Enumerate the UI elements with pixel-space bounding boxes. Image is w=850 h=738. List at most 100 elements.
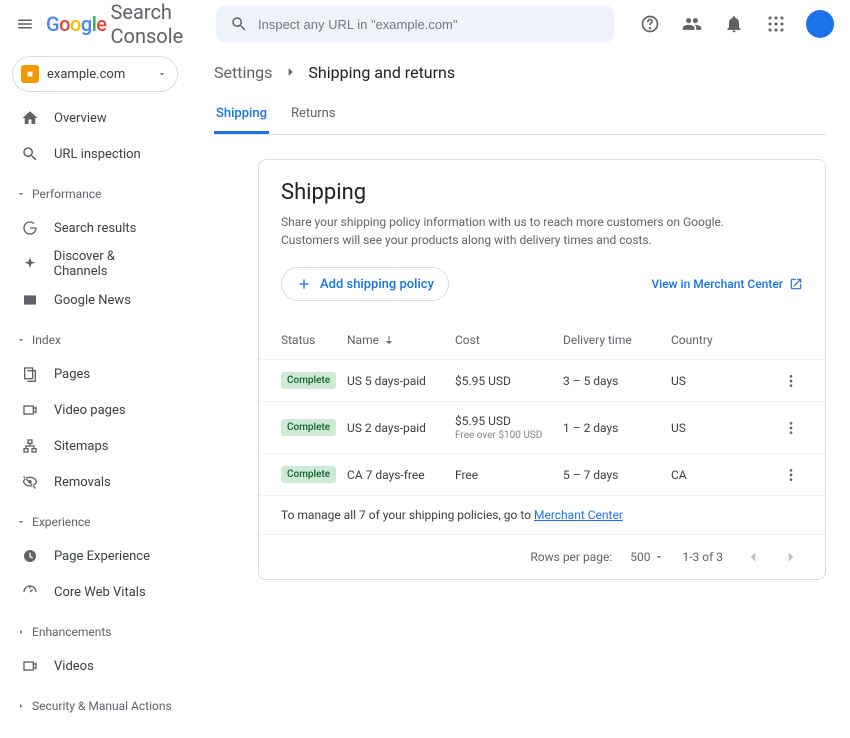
sidebar-item-core-web-vitals[interactable]: Core Web Vitals (8, 574, 182, 610)
table-header-row: Status Name Cost Delivery time Country (259, 321, 825, 359)
col-header-country[interactable]: Country (671, 333, 783, 347)
sidebar-item-search-results[interactable]: Search results (8, 210, 182, 246)
cell-name: US 5 days-paid (347, 374, 455, 388)
notifications-button[interactable] (722, 12, 746, 36)
row-menu-button[interactable] (783, 467, 803, 483)
table-row[interactable]: CompleteCA 7 days-freeFree5 – 7 daysCA (259, 453, 825, 495)
add-shipping-policy-button[interactable]: Add shipping policy (281, 267, 449, 301)
cell-country: US (671, 421, 783, 435)
row-menu-button[interactable] (783, 373, 803, 389)
bell-icon (724, 14, 744, 34)
top-right-actions (638, 10, 834, 38)
pagination: Rows per page: 500 1-3 of 3 (259, 534, 825, 579)
col-header-delivery[interactable]: Delivery time (563, 333, 671, 347)
sidebar-item-url-inspection[interactable]: URL inspection (8, 136, 182, 172)
rows-per-page-select[interactable]: 500 (630, 550, 664, 564)
people-button[interactable] (680, 12, 704, 36)
search-icon (21, 145, 39, 163)
sidebar-item-label: Overview (54, 111, 107, 126)
chevron-left-icon (744, 548, 762, 566)
chevron-right-icon (282, 64, 298, 80)
next-page-button[interactable] (779, 545, 803, 569)
sidebar-item-label: Core Web Vitals (54, 585, 146, 600)
sidebar-item-label: Page Experience (54, 549, 150, 564)
pagination-range: 1-3 of 3 (682, 550, 723, 564)
hamburger-icon (16, 15, 34, 33)
sidebar-section-security[interactable]: Security & Manual Actions (8, 690, 182, 722)
sidebar-item-pages[interactable]: Pages (8, 356, 182, 392)
search-input[interactable] (258, 17, 600, 32)
table-footer-note: To manage all 7 of your shipping policie… (259, 495, 825, 534)
table-row[interactable]: CompleteUS 2 days-paid$5.95 USDFree over… (259, 401, 825, 453)
chevron-down-icon (16, 335, 26, 345)
section-label: Enhancements (32, 625, 112, 639)
help-button[interactable] (638, 12, 662, 36)
sort-down-icon (383, 334, 395, 346)
section-label: Security & Manual Actions (32, 699, 172, 713)
cell-cost: $5.95 USDFree over $100 USD (455, 414, 563, 441)
merchant-center-link[interactable]: Merchant Center (534, 508, 623, 522)
sidebar-item-overview[interactable]: Overview (8, 100, 182, 136)
cell-country: US (671, 374, 783, 388)
breadcrumb: Settings Shipping and returns (214, 48, 826, 96)
prev-page-button[interactable] (741, 545, 765, 569)
view-merchant-center-link[interactable]: View in Merchant Center (651, 277, 803, 291)
sidebar-item-discover[interactable]: Discover & Channels (8, 246, 182, 282)
sidebar-item-removals[interactable]: Removals (8, 464, 182, 500)
tab-shipping[interactable]: Shipping (214, 96, 269, 134)
property-selector[interactable]: ■ example.com (12, 56, 178, 92)
sitemap-icon (22, 438, 38, 454)
video-icon (22, 658, 38, 674)
chevron-right-icon (16, 701, 26, 711)
col-header-status[interactable]: Status (281, 333, 347, 347)
chevron-right-icon (16, 627, 26, 637)
sidebar-item-videos[interactable]: Videos (8, 648, 182, 684)
sidebar-section-performance[interactable]: Performance (8, 178, 182, 210)
status-badge: Complete (281, 372, 336, 389)
sidebar-item-label: Videos (54, 659, 94, 674)
sidebar-item-google-news[interactable]: Google News (8, 282, 182, 318)
status-badge: Complete (281, 419, 336, 436)
sidebar-item-label: Pages (54, 367, 90, 382)
account-avatar[interactable] (806, 10, 834, 38)
left-sidebar: ■ example.com Overview URL inspection Pe… (0, 48, 190, 738)
sidebar-item-page-experience[interactable]: Page Experience (8, 538, 182, 574)
help-icon (640, 14, 660, 34)
sidebar-item-label: Removals (54, 475, 111, 490)
menu-button[interactable] (16, 12, 34, 36)
cell-cost: Free (455, 468, 563, 482)
tab-returns[interactable]: Returns (289, 96, 338, 134)
sidebar-section-index[interactable]: Index (8, 324, 182, 356)
sidebar-section-enhancements[interactable]: Enhancements (8, 616, 182, 648)
section-label: Performance (32, 187, 101, 201)
shipping-card: Shipping Share your shipping policy info… (258, 159, 826, 580)
sidebar-item-sitemaps[interactable]: Sitemaps (8, 428, 182, 464)
sidebar-item-label: Video pages (54, 403, 126, 418)
col-header-cost[interactable]: Cost (455, 333, 563, 347)
sidebar-item-video-pages[interactable]: Video pages (8, 392, 182, 428)
apps-button[interactable] (764, 12, 788, 36)
row-menu-button[interactable] (783, 420, 803, 436)
sidebar-section-experience[interactable]: Experience (8, 506, 182, 538)
url-inspect-search[interactable] (216, 6, 614, 42)
property-name: example.com (47, 67, 149, 82)
more-vert-icon (783, 467, 799, 483)
cell-country: CA (671, 468, 783, 482)
sidebar-item-label: Search results (54, 221, 136, 236)
cell-name: CA 7 days-free (347, 468, 455, 482)
dropdown-arrow-icon (654, 552, 664, 562)
search-icon (230, 15, 248, 33)
cell-delivery: 1 – 2 days (563, 421, 671, 435)
apps-grid-icon (767, 15, 785, 33)
table-row[interactable]: CompleteUS 5 days-paid$5.95 USD3 – 5 day… (259, 359, 825, 401)
property-favicon: ■ (21, 65, 39, 83)
chevron-down-icon (16, 189, 26, 199)
breadcrumb-parent[interactable]: Settings (214, 63, 272, 82)
shipping-table: Status Name Cost Delivery time Country C… (259, 321, 825, 579)
product-logo: Google Search Console (46, 0, 188, 48)
more-vert-icon (783, 373, 799, 389)
status-badge: Complete (281, 466, 336, 483)
pages-icon (22, 366, 38, 382)
people-icon (682, 14, 702, 34)
col-header-name[interactable]: Name (347, 333, 455, 347)
